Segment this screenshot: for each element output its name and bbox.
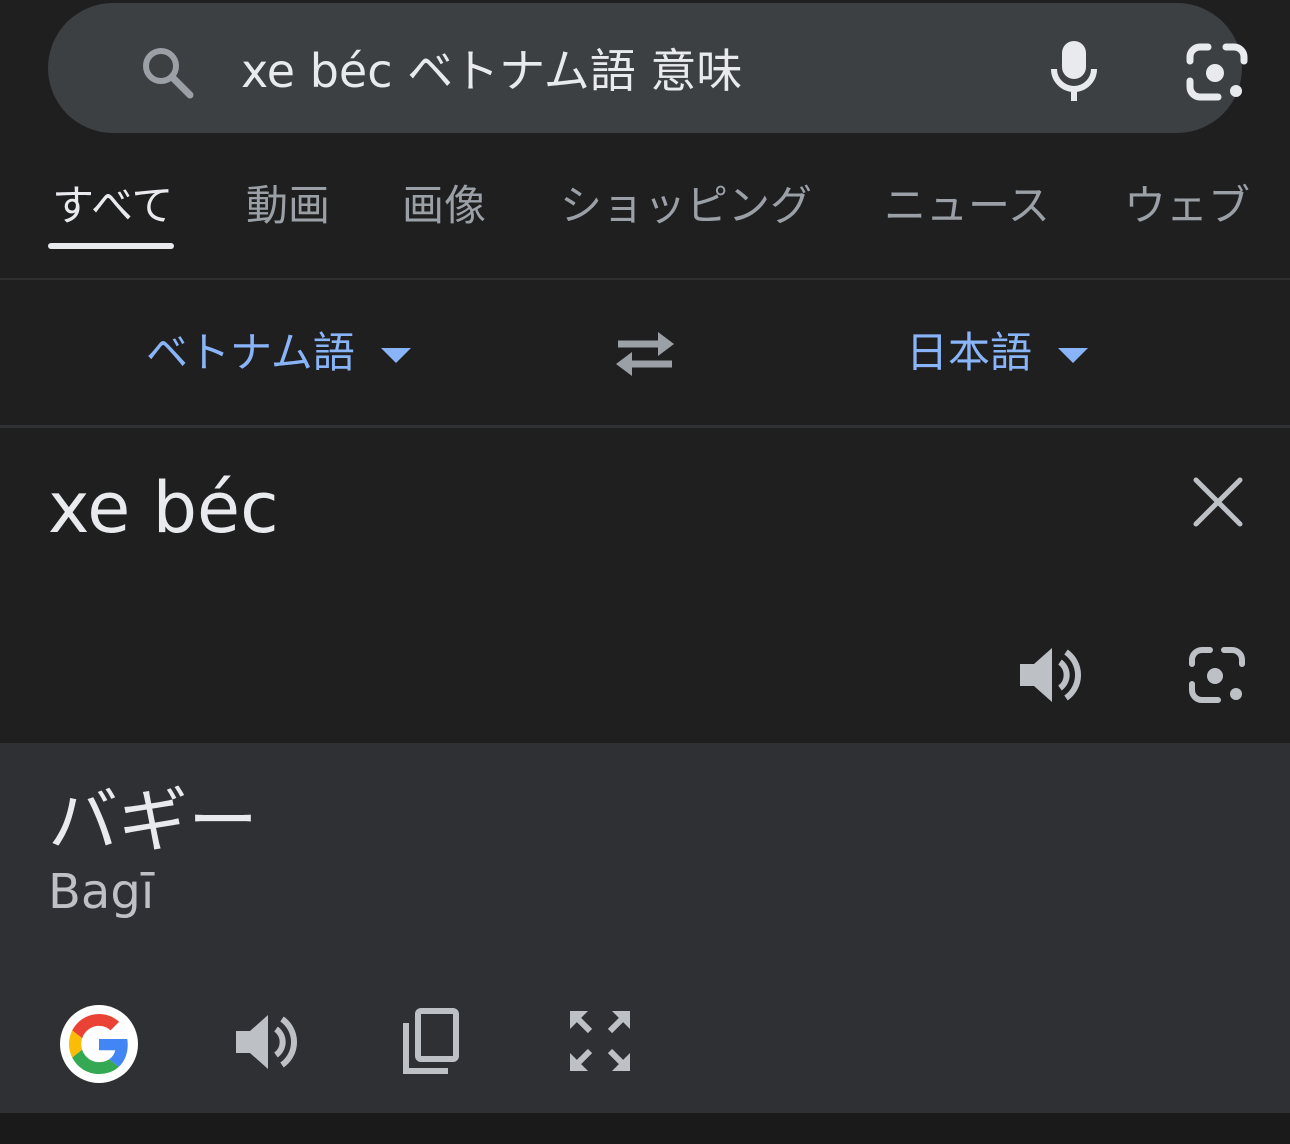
expand-icon[interactable] <box>566 1007 634 1075</box>
search-query[interactable]: xe béc ベトナム語 意味 <box>241 41 742 101</box>
language-selector-bar: ベトナム語 日本語 <box>0 280 1290 425</box>
tab-news[interactable]: ニュース <box>884 178 1050 234</box>
google-translate-button[interactable] <box>60 1005 138 1083</box>
swap-languages-icon[interactable] <box>614 330 676 378</box>
google-lens-icon[interactable] <box>1186 644 1248 706</box>
dropdown-caret-icon <box>1058 348 1089 363</box>
google-g-icon <box>69 1014 128 1074</box>
tab-images[interactable]: 画像 <box>402 178 486 234</box>
speaker-icon[interactable] <box>1016 642 1082 708</box>
source-text-panel: xe béc <box>0 428 1290 743</box>
dropdown-caret-icon <box>380 348 411 363</box>
source-text-input[interactable]: xe béc <box>48 468 279 548</box>
speaker-icon[interactable] <box>232 1009 298 1075</box>
search-bar[interactable]: xe béc ベトナム語 意味 <box>48 3 1248 133</box>
tab-all[interactable]: すべて <box>52 178 173 234</box>
tab-web[interactable]: ウェブ <box>1124 178 1250 234</box>
mic-icon[interactable] <box>1044 39 1104 103</box>
active-tab-indicator <box>48 243 174 249</box>
translation-result-panel: バギー Bagī <box>0 743 1290 1113</box>
search-tabs: すべて 動画 画像 ショッピング ニュース ウェブ <box>0 150 1290 278</box>
romanization: Bagī <box>48 864 155 920</box>
page-background-strip <box>0 1113 1290 1144</box>
target-language-label: 日本語 <box>906 328 1033 377</box>
source-language-label: ベトナム語 <box>146 328 355 377</box>
target-language-select[interactable]: 日本語 <box>906 326 1089 380</box>
source-language-select[interactable]: ベトナム語 <box>146 326 411 380</box>
close-icon[interactable] <box>1192 476 1244 528</box>
tab-shopping[interactable]: ショッピング <box>560 178 812 234</box>
google-lens-icon[interactable] <box>1184 41 1250 103</box>
translation-result: バギー <box>48 780 258 862</box>
search-icon[interactable] <box>136 41 196 101</box>
tab-videos[interactable]: 動画 <box>246 178 330 234</box>
copy-icon[interactable] <box>398 1007 462 1075</box>
